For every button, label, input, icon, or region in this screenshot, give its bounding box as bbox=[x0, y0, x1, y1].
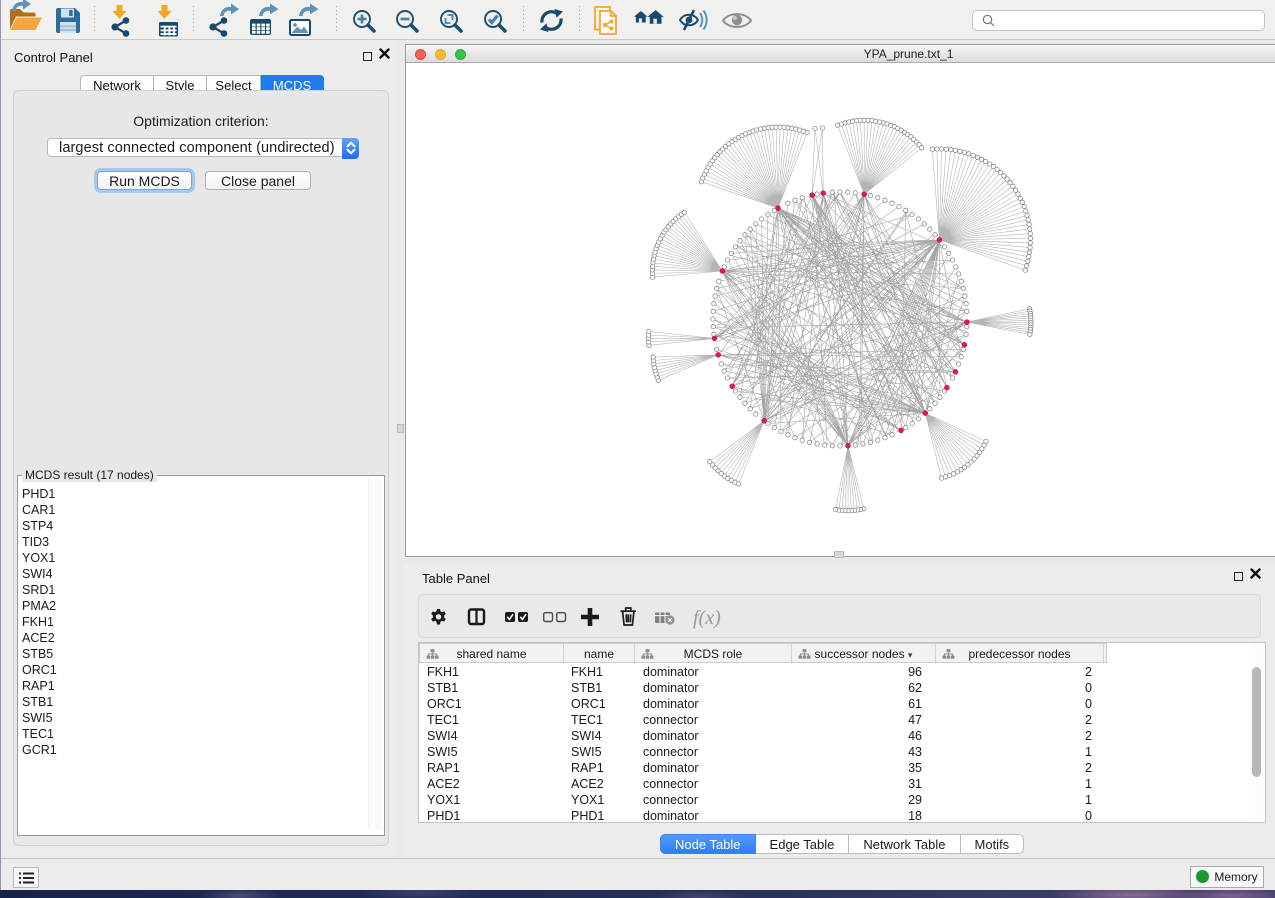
svg-text:f(x): f(x) bbox=[693, 607, 721, 629]
